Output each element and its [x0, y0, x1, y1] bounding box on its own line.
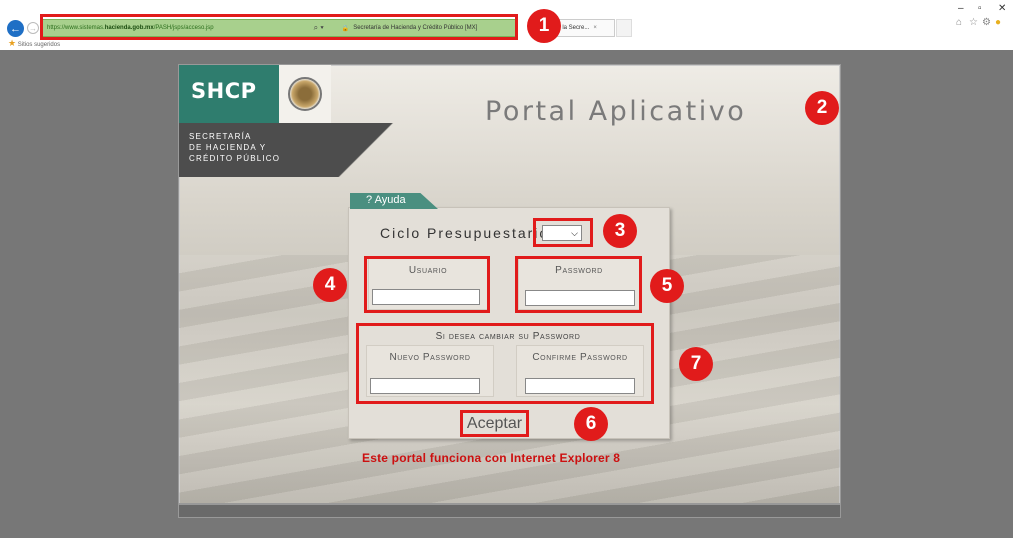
- annotation-badge-5: 5: [650, 269, 684, 303]
- home-icon[interactable]: ⌂: [956, 17, 962, 28]
- agency-line-2: DE HACIENDA Y: [189, 143, 267, 152]
- agency-line-1: SECRETARÍA: [189, 132, 252, 141]
- annotation-badge-6: 6: [574, 407, 608, 441]
- minimize-icon[interactable]: –: [958, 3, 964, 14]
- back-icon[interactable]: ←: [7, 20, 24, 37]
- favorites-icon[interactable]: ☆: [969, 17, 978, 28]
- annotation-box-5: [515, 256, 642, 313]
- restore-icon[interactable]: ▫: [978, 3, 982, 14]
- close-tab-icon[interactable]: ×: [593, 25, 597, 31]
- browser-compatibility-note: Este portal funciona con Internet Explor…: [362, 451, 621, 465]
- shcp-logo: SHCP SECRETARÍA DE HACIENDA Y CRÉDITO PÚ…: [179, 65, 331, 177]
- new-tab-button[interactable]: [616, 19, 632, 37]
- annotation-badge-3: 3: [603, 214, 637, 248]
- portal-footer-bar: [179, 503, 840, 517]
- coat-of-arms-icon: [279, 65, 331, 123]
- annotation-box-7: [356, 323, 654, 404]
- screenshot: { "browser": { "url_prefix": "https://ww…: [0, 0, 1013, 538]
- annotation-box-3: [533, 218, 593, 247]
- annotation-box-6: [460, 410, 529, 437]
- annotation-badge-4: 4: [313, 268, 347, 302]
- annotation-box-4: [364, 256, 490, 313]
- settings-gear-icon[interactable]: ⚙: [982, 17, 991, 28]
- annotation-box-1: [40, 14, 518, 40]
- smiley-icon[interactable]: ●: [995, 17, 1001, 28]
- agency-name: SECRETARÍA DE HACIENDA Y CRÉDITO PÚBLICO: [179, 123, 331, 177]
- ciclo-label: Ciclo Presupuestario: [380, 225, 550, 241]
- close-window-icon[interactable]: ✕: [998, 3, 1006, 14]
- logo-text: SHCP: [179, 65, 279, 123]
- annotation-badge-2: 2: [805, 91, 839, 125]
- header-swoosh: [331, 123, 451, 177]
- annotation-badge-1: 1: [527, 9, 561, 43]
- page-title: Portal Aplicativo: [485, 96, 747, 127]
- forward-icon[interactable]: →: [27, 22, 39, 34]
- agency-line-3: CRÉDITO PÚBLICO: [189, 154, 281, 163]
- annotation-badge-7: 7: [679, 347, 713, 381]
- suggested-sites-link[interactable]: Sitios sugeridos: [18, 42, 60, 48]
- favorites-star-icon[interactable]: ★: [8, 38, 16, 48]
